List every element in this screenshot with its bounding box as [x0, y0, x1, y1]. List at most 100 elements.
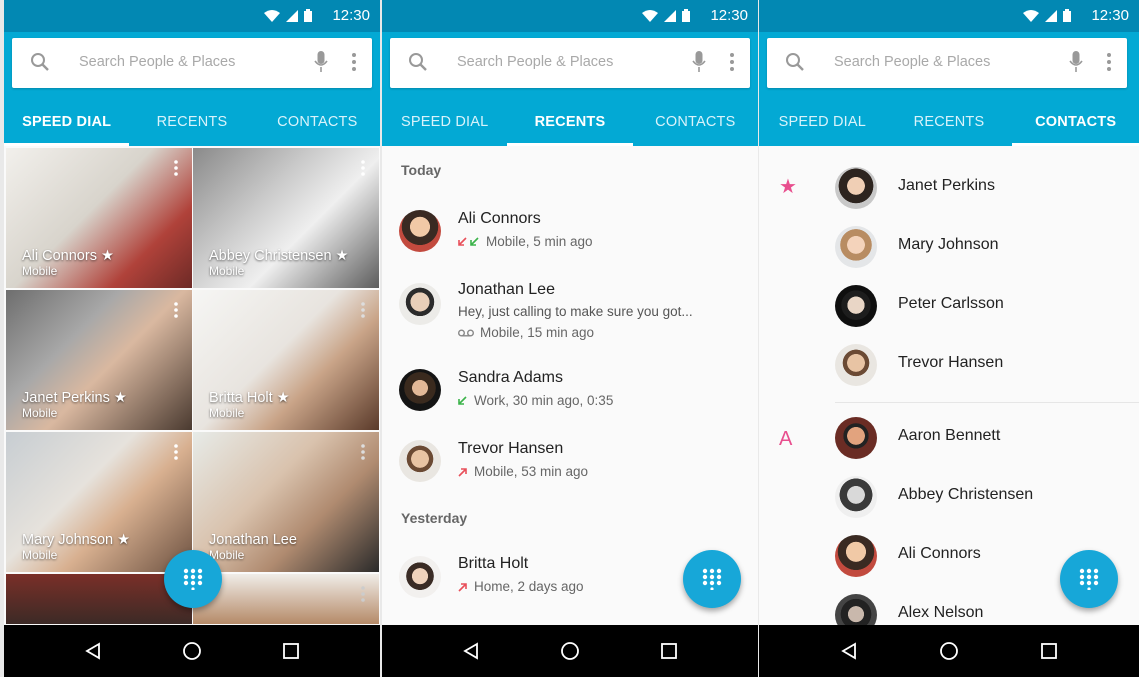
dialpad-fab[interactable]: [1060, 550, 1118, 608]
call-detail-text: Mobile, 5 min ago: [486, 234, 593, 249]
battery-icon: [304, 9, 312, 22]
call-detail-text: Mobile, 15 min ago: [480, 325, 595, 340]
tab-recents[interactable]: RECENTS: [507, 94, 633, 146]
battery-icon: [682, 9, 690, 22]
tab-speed-dial[interactable]: SPEED DIAL: [759, 94, 886, 146]
tab-speed-dial[interactable]: SPEED DIAL: [4, 94, 130, 146]
dialpad-fab[interactable]: [683, 550, 741, 608]
more-vert-icon[interactable]: [174, 444, 178, 460]
contact-row[interactable]: Abbey Christensen: [759, 468, 1139, 526]
section-yesterday: Yesterday: [401, 510, 468, 526]
speed-dial-tile[interactable]: Ali Connors ★ Mobile: [6, 148, 192, 288]
contact-row[interactable]: Janet Perkins: [759, 159, 1139, 217]
tab-speed-dial[interactable]: SPEED DIAL: [382, 94, 507, 146]
more-vert-icon[interactable]: [352, 53, 356, 71]
status-bar: 12:30: [4, 0, 380, 32]
outgoing-call-icon: [458, 468, 467, 478]
home-icon[interactable]: [182, 641, 202, 661]
avatar: [835, 535, 877, 577]
app-bar: Search People & Places SPEED DIAL RECENT…: [759, 32, 1139, 146]
speed-dial-tile[interactable]: Britta Holt ★ Mobile: [193, 290, 379, 430]
speed-dial-tile[interactable]: Mary Johnson ★ Mobile: [6, 432, 192, 572]
call-detail: Mobile, 15 min ago: [458, 325, 594, 340]
nav-bar: [759, 625, 1139, 677]
microphone-icon[interactable]: [692, 51, 706, 73]
home-icon[interactable]: [560, 641, 580, 661]
caller-name: Jonathan Lee: [458, 281, 555, 298]
more-vert-icon[interactable]: [361, 444, 365, 460]
tile-type: Mobile: [22, 264, 58, 278]
tab-recents[interactable]: RECENTS: [129, 94, 254, 146]
incoming-call-icon: [458, 396, 467, 406]
recents-icon[interactable]: [660, 642, 678, 660]
contact-name: Aaron Bennett: [898, 427, 1001, 444]
search-box[interactable]: Search People & Places: [390, 38, 750, 88]
tab-recents[interactable]: RECENTS: [886, 94, 1013, 146]
recent-call-row[interactable]: Jonathan Lee Hey, just calling to make s…: [382, 267, 758, 345]
more-vert-icon[interactable]: [730, 53, 734, 71]
call-detail-text: Home, 2 days ago: [474, 579, 584, 594]
tile-name: Ali Connors ★: [22, 248, 114, 264]
recent-call-row[interactable]: Sandra Adams Work, 30 min ago, 0:35: [382, 357, 758, 427]
call-detail: Work, 30 min ago, 0:35: [458, 393, 613, 408]
contact-row[interactable]: Mary Johnson: [759, 218, 1139, 276]
speed-dial-tile[interactable]: Janet Perkins ★ Mobile: [6, 290, 192, 430]
contact-row[interactable]: Trevor Hansen: [759, 336, 1139, 394]
speed-dial-tile[interactable]: Jonathan Lee Mobile: [193, 432, 379, 572]
search-box[interactable]: Search People & Places: [12, 38, 372, 88]
recent-call-row[interactable]: Trevor Hansen Mobile, 53 min ago: [382, 428, 758, 498]
status-clock: 12:30: [1091, 7, 1129, 24]
more-vert-icon[interactable]: [1107, 53, 1111, 71]
more-vert-icon[interactable]: [361, 302, 365, 318]
back-icon[interactable]: [84, 642, 102, 660]
call-detail-text: Work, 30 min ago, 0:35: [474, 393, 614, 408]
caller-name: Sandra Adams: [458, 369, 563, 386]
tab-contacts[interactable]: CONTACTS: [1012, 94, 1139, 146]
microphone-icon[interactable]: [1069, 51, 1083, 73]
home-icon[interactable]: [939, 641, 959, 661]
outgoing-call-icon: [458, 583, 467, 593]
status-icons: [1023, 9, 1071, 22]
contact-row[interactable]: Peter Carlsson: [759, 277, 1139, 335]
nav-bar: [4, 625, 380, 677]
back-icon[interactable]: [462, 642, 480, 660]
avatar: [399, 210, 441, 252]
section-today: Today: [401, 162, 442, 178]
call-detail: Home, 2 days ago: [458, 579, 584, 594]
voicemail-text: Hey, just calling to make sure you got..…: [458, 304, 693, 319]
avatar: [399, 369, 441, 411]
microphone-icon[interactable]: [314, 51, 328, 73]
recents-icon[interactable]: [282, 642, 300, 660]
more-vert-icon[interactable]: [174, 160, 178, 176]
tab-contacts[interactable]: CONTACTS: [255, 94, 380, 146]
more-vert-icon[interactable]: [361, 586, 365, 602]
tab-contacts[interactable]: CONTACTS: [633, 94, 758, 146]
contact-row[interactable]: Aaron Bennett: [759, 409, 1139, 467]
more-vert-icon[interactable]: [174, 302, 178, 318]
app-bar: Search People & Places SPEED DIAL RECENT…: [4, 32, 380, 146]
contact-name: Ali Connors: [898, 545, 981, 562]
wifi-icon: [1023, 9, 1039, 22]
contact-name: Trevor Hansen: [898, 354, 1004, 371]
status-bar: 12:30: [759, 0, 1139, 32]
avatar: [835, 285, 877, 327]
wifi-icon: [642, 9, 658, 22]
caller-name: Ali Connors: [458, 210, 541, 227]
more-vert-icon[interactable]: [361, 160, 365, 176]
search-box[interactable]: Search People & Places: [767, 38, 1127, 88]
dialpad-fab[interactable]: [164, 550, 222, 608]
back-icon[interactable]: [840, 642, 858, 660]
voicemail-icon: [458, 329, 474, 337]
tab-bar: SPEED DIAL RECENTS CONTACTS: [4, 94, 380, 146]
avatar: [399, 283, 441, 325]
nav-bar: [382, 625, 758, 677]
status-icons: [264, 9, 312, 22]
tile-type: Mobile: [209, 264, 245, 278]
speed-dial-tile[interactable]: Abbey Christensen ★ Mobile: [193, 148, 379, 288]
avatar: [399, 440, 441, 482]
recents-icon[interactable]: [1040, 642, 1058, 660]
battery-icon: [1063, 9, 1071, 22]
tab-bar: SPEED DIAL RECENTS CONTACTS: [759, 94, 1139, 146]
recent-call-row[interactable]: Ali Connors Mobile, 5 min ago: [382, 196, 758, 266]
call-detail-text: Mobile, 53 min ago: [474, 464, 589, 479]
